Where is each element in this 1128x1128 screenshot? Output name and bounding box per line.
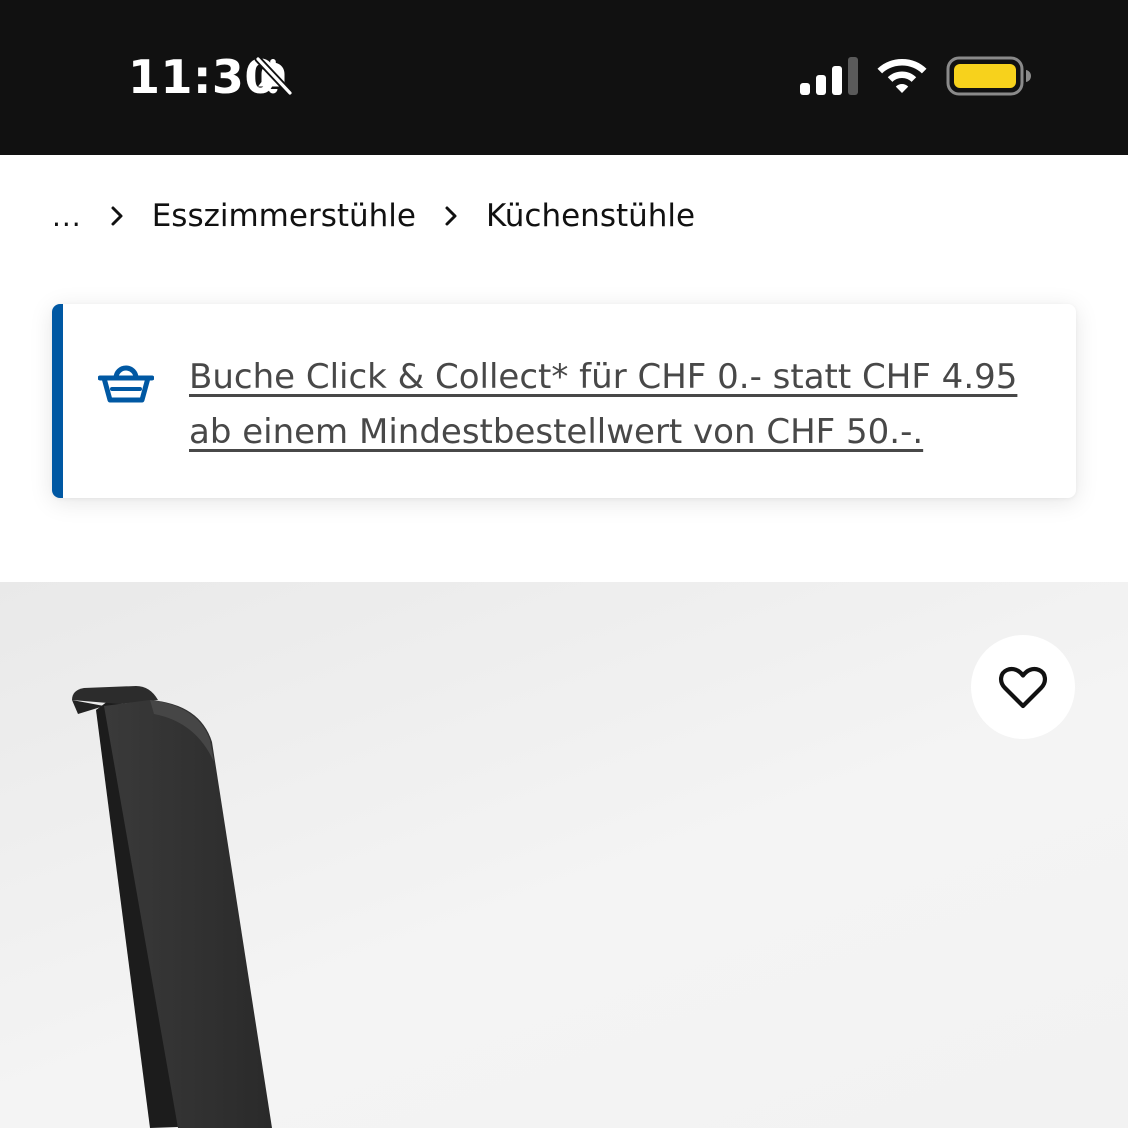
breadcrumb: ... Esszimmerstühle Küchenstühle [52, 194, 695, 238]
chevron-right-icon [445, 206, 457, 226]
product-image-area [0, 582, 1128, 1128]
battery-icon [946, 56, 1031, 96]
basket-icon [98, 365, 154, 403]
breadcrumb-item-kuechenstuehle[interactable]: Küchenstühle [486, 198, 695, 234]
breadcrumb-item-esszimmerstuehle[interactable]: Esszimmerstühle [152, 198, 416, 234]
click-collect-promo-card[interactable]: Buche Click & Collect* für CHF 0.- statt… [52, 304, 1076, 498]
chevron-right-icon [111, 206, 123, 226]
chair-photo [72, 686, 272, 1128]
heart-icon [999, 666, 1047, 709]
favorite-button[interactable] [971, 635, 1075, 739]
status-bar: 11:30 [0, 0, 1128, 155]
bell-slash-icon [254, 55, 294, 97]
breadcrumb-ellipsis[interactable]: ... [52, 200, 82, 233]
signal-icon [800, 57, 858, 95]
promo-link-text[interactable]: Buche Click & Collect* für CHF 0.- statt… [189, 350, 1049, 460]
promo-accent-bar [52, 304, 63, 498]
wifi-icon [877, 59, 927, 93]
